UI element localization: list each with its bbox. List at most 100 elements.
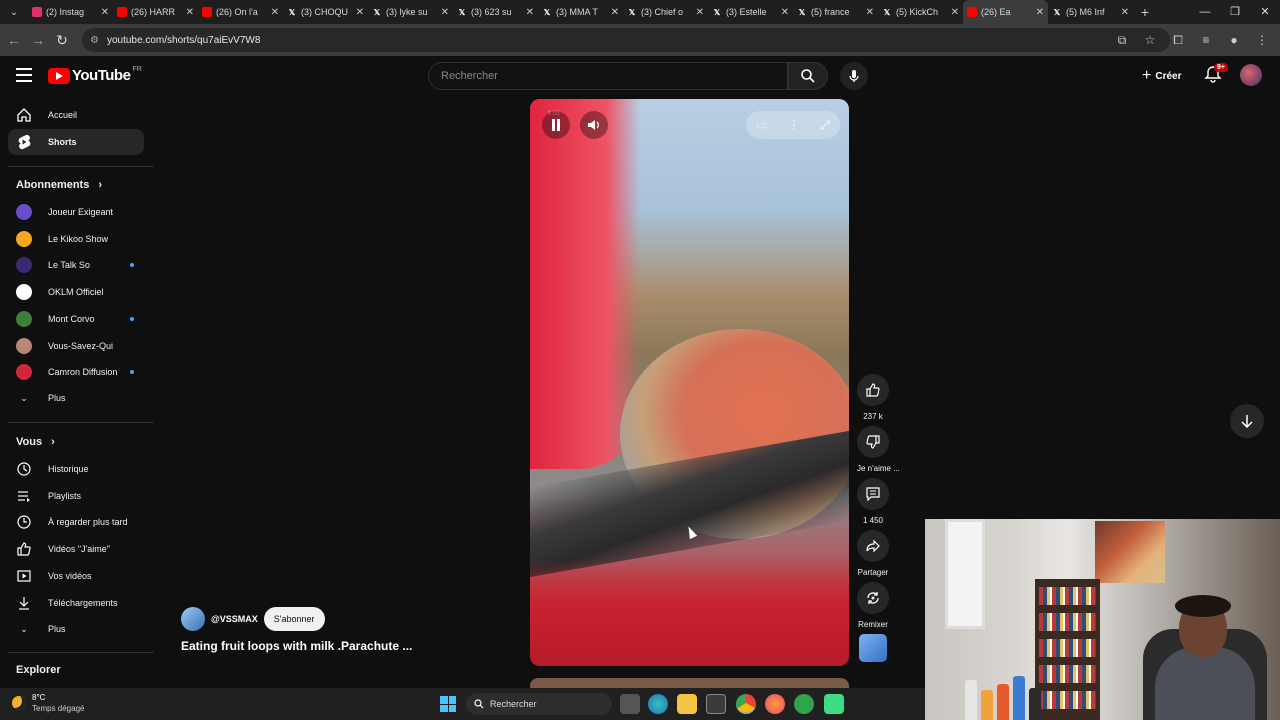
close-tab-icon[interactable]: ✕ [1121,7,1129,18]
account-avatar[interactable] [1240,64,1262,86]
dislike-button[interactable] [857,426,889,458]
minimize-button[interactable]: — [1190,0,1220,24]
channel-avatar[interactable] [181,607,205,631]
sidebar-you-item[interactable]: Vos vidéos [8,563,144,589]
volume-button[interactable] [580,111,608,139]
close-tab-icon[interactable]: ✕ [101,7,109,18]
close-tab-icon[interactable]: ✕ [696,7,704,18]
sidebar-item-shorts[interactable]: Shorts [8,129,144,155]
app-icon[interactable] [794,694,814,714]
browser-tab[interactable]: 𝕏 (3) Chief o ✕ [623,0,708,24]
browser-tab[interactable]: 𝕏 (3) MMA T ✕ [538,0,623,24]
guide-menu-icon[interactable] [16,68,32,82]
notifications-button[interactable]: 9+ [1204,63,1228,87]
close-tab-icon[interactable]: ✕ [611,7,619,18]
share-action[interactable]: Partager [857,530,889,577]
address-bar[interactable]: ⚙ youtube.com/shorts/qu7aiEvV7W8 [82,28,1170,52]
remix-button[interactable] [857,582,889,614]
tab-search-button[interactable]: ⌄ [0,0,28,24]
browser-menu-icon[interactable]: ⋮ [1250,28,1274,52]
sidebar-you-item[interactable]: À regarder plus tard [8,509,144,535]
sidebar-you-more[interactable]: ⌄ Plus [8,616,144,642]
browser-tab[interactable]: (26) Ea ✕ [963,0,1048,24]
android-app-icon[interactable] [824,694,844,714]
browser-tab[interactable]: (26) HARR ✕ [113,0,198,24]
firefox-icon[interactable] [765,694,785,714]
close-tab-icon[interactable]: ✕ [356,7,364,18]
task-view-icon[interactable] [620,694,640,714]
close-tab-icon[interactable]: ✕ [441,7,449,18]
browser-tab[interactable]: 𝕏 (3) lyke su ✕ [368,0,453,24]
reload-button[interactable]: ↻ [50,32,74,49]
sidebar-you-item[interactable]: Téléchargements [8,590,144,616]
close-tab-icon[interactable]: ✕ [186,7,194,18]
restore-button[interactable]: ❐ [1220,0,1250,24]
sidebar-subscription-item[interactable]: Joueur Exigeant [8,199,144,225]
tab-groups-icon[interactable]: ≡ [1194,28,1218,52]
bookmark-star-icon[interactable]: ☆ [1138,28,1162,52]
extensions-icon[interactable]: ⧠ [1166,28,1190,52]
browser-tab[interactable]: 𝕏 (5) M6 Inf ✕ [1048,0,1133,24]
close-tab-icon[interactable]: ✕ [526,7,534,18]
browser-tab[interactable]: (26) On l'a ✕ [198,0,283,24]
browser-tab[interactable]: 𝕏 (5) france ✕ [793,0,878,24]
sidebar-you-item[interactable]: Historique [8,456,144,482]
site-info-icon[interactable]: ⚙ [90,35,99,46]
subscribe-button[interactable]: S'abonner [263,607,325,631]
voice-search-button[interactable] [840,62,868,90]
remix-action[interactable]: Remixer [857,582,889,629]
sidebar-item-home[interactable]: Accueil [8,102,144,128]
sidebar-subscription-item[interactable]: Camron Diffusion [8,359,144,385]
browser-tab[interactable]: 𝕏 (3) Estelle ✕ [708,0,793,24]
dislike-action[interactable]: Je n'aime ... [857,426,900,473]
chrome-icon[interactable] [736,694,756,714]
more-options-icon[interactable]: ⋮ [788,118,800,132]
sidebar-you-item[interactable]: Vidéos "J'aime" [8,536,144,562]
like-action[interactable]: 237 k [857,374,889,421]
browser-tab[interactable]: (2) Instag ✕ [28,0,113,24]
close-tab-icon[interactable]: ✕ [1036,7,1044,18]
sidebar-subscription-item[interactable]: OKLM Officiel [8,279,144,305]
edge-icon[interactable] [648,694,668,714]
close-tab-icon[interactable]: ✕ [781,7,789,18]
comments-action[interactable]: 1 450 [857,478,889,525]
new-tab-button[interactable]: + [1133,4,1157,20]
pause-button[interactable] [542,111,570,139]
windows-start-icon[interactable] [440,696,456,712]
close-tab-icon[interactable]: ✕ [271,7,279,18]
sidebar-subs-more[interactable]: ⌄ Plus [8,385,144,411]
store-icon[interactable] [706,694,726,714]
like-button[interactable] [857,374,889,406]
browser-tab[interactable]: 𝕏 (3) 623 su ✕ [453,0,538,24]
browser-tab[interactable]: 𝕏 (5) KickCh ✕ [878,0,963,24]
share-button[interactable] [857,530,889,562]
search-input[interactable]: Rechercher [428,62,788,90]
video-title[interactable]: Eating fruit loops with milk .Parachute … [181,639,412,653]
back-button[interactable]: ← [2,32,26,48]
install-app-icon[interactable]: ⧉ [1110,28,1134,52]
you-header[interactable]: Vous › [16,436,55,448]
taskbar-search[interactable]: Rechercher [466,693,612,715]
profile-icon[interactable]: ● [1222,28,1246,52]
browser-tab[interactable]: 𝕏 (3) CHOQU ✕ [283,0,368,24]
sidebar-you-item[interactable]: Playlists [8,483,144,509]
sidebar-subscription-item[interactable]: Le Talk So [8,252,144,278]
close-tab-icon[interactable]: ✕ [866,7,874,18]
subscriptions-header[interactable]: Abonnements › [16,179,102,191]
close-window-button[interactable]: ✕ [1250,0,1280,24]
sidebar-subscription-item[interactable]: Mont Corvo [8,306,144,332]
create-button[interactable]: + Créer [1134,64,1189,88]
comments-button[interactable] [857,478,889,510]
file-explorer-icon[interactable] [677,694,697,714]
captions-icon[interactable]: ▭ [756,118,767,132]
youtube-logo[interactable]: YouTube FR [48,66,142,84]
sidebar-subscription-item[interactable]: Le Kikoo Show [8,226,144,252]
sidebar-subscription-item[interactable]: Vous-Savez-Qui [8,333,144,359]
close-tab-icon[interactable]: ✕ [951,7,959,18]
next-video-button[interactable] [1230,404,1264,438]
channel-name[interactable]: @VSSMAX [211,614,258,624]
weather-widget[interactable]: 8°C Temps dégagé [12,692,84,714]
forward-button[interactable]: → [26,32,50,48]
fullscreen-icon[interactable]: ⤢ [820,118,830,133]
search-button[interactable] [788,62,828,90]
